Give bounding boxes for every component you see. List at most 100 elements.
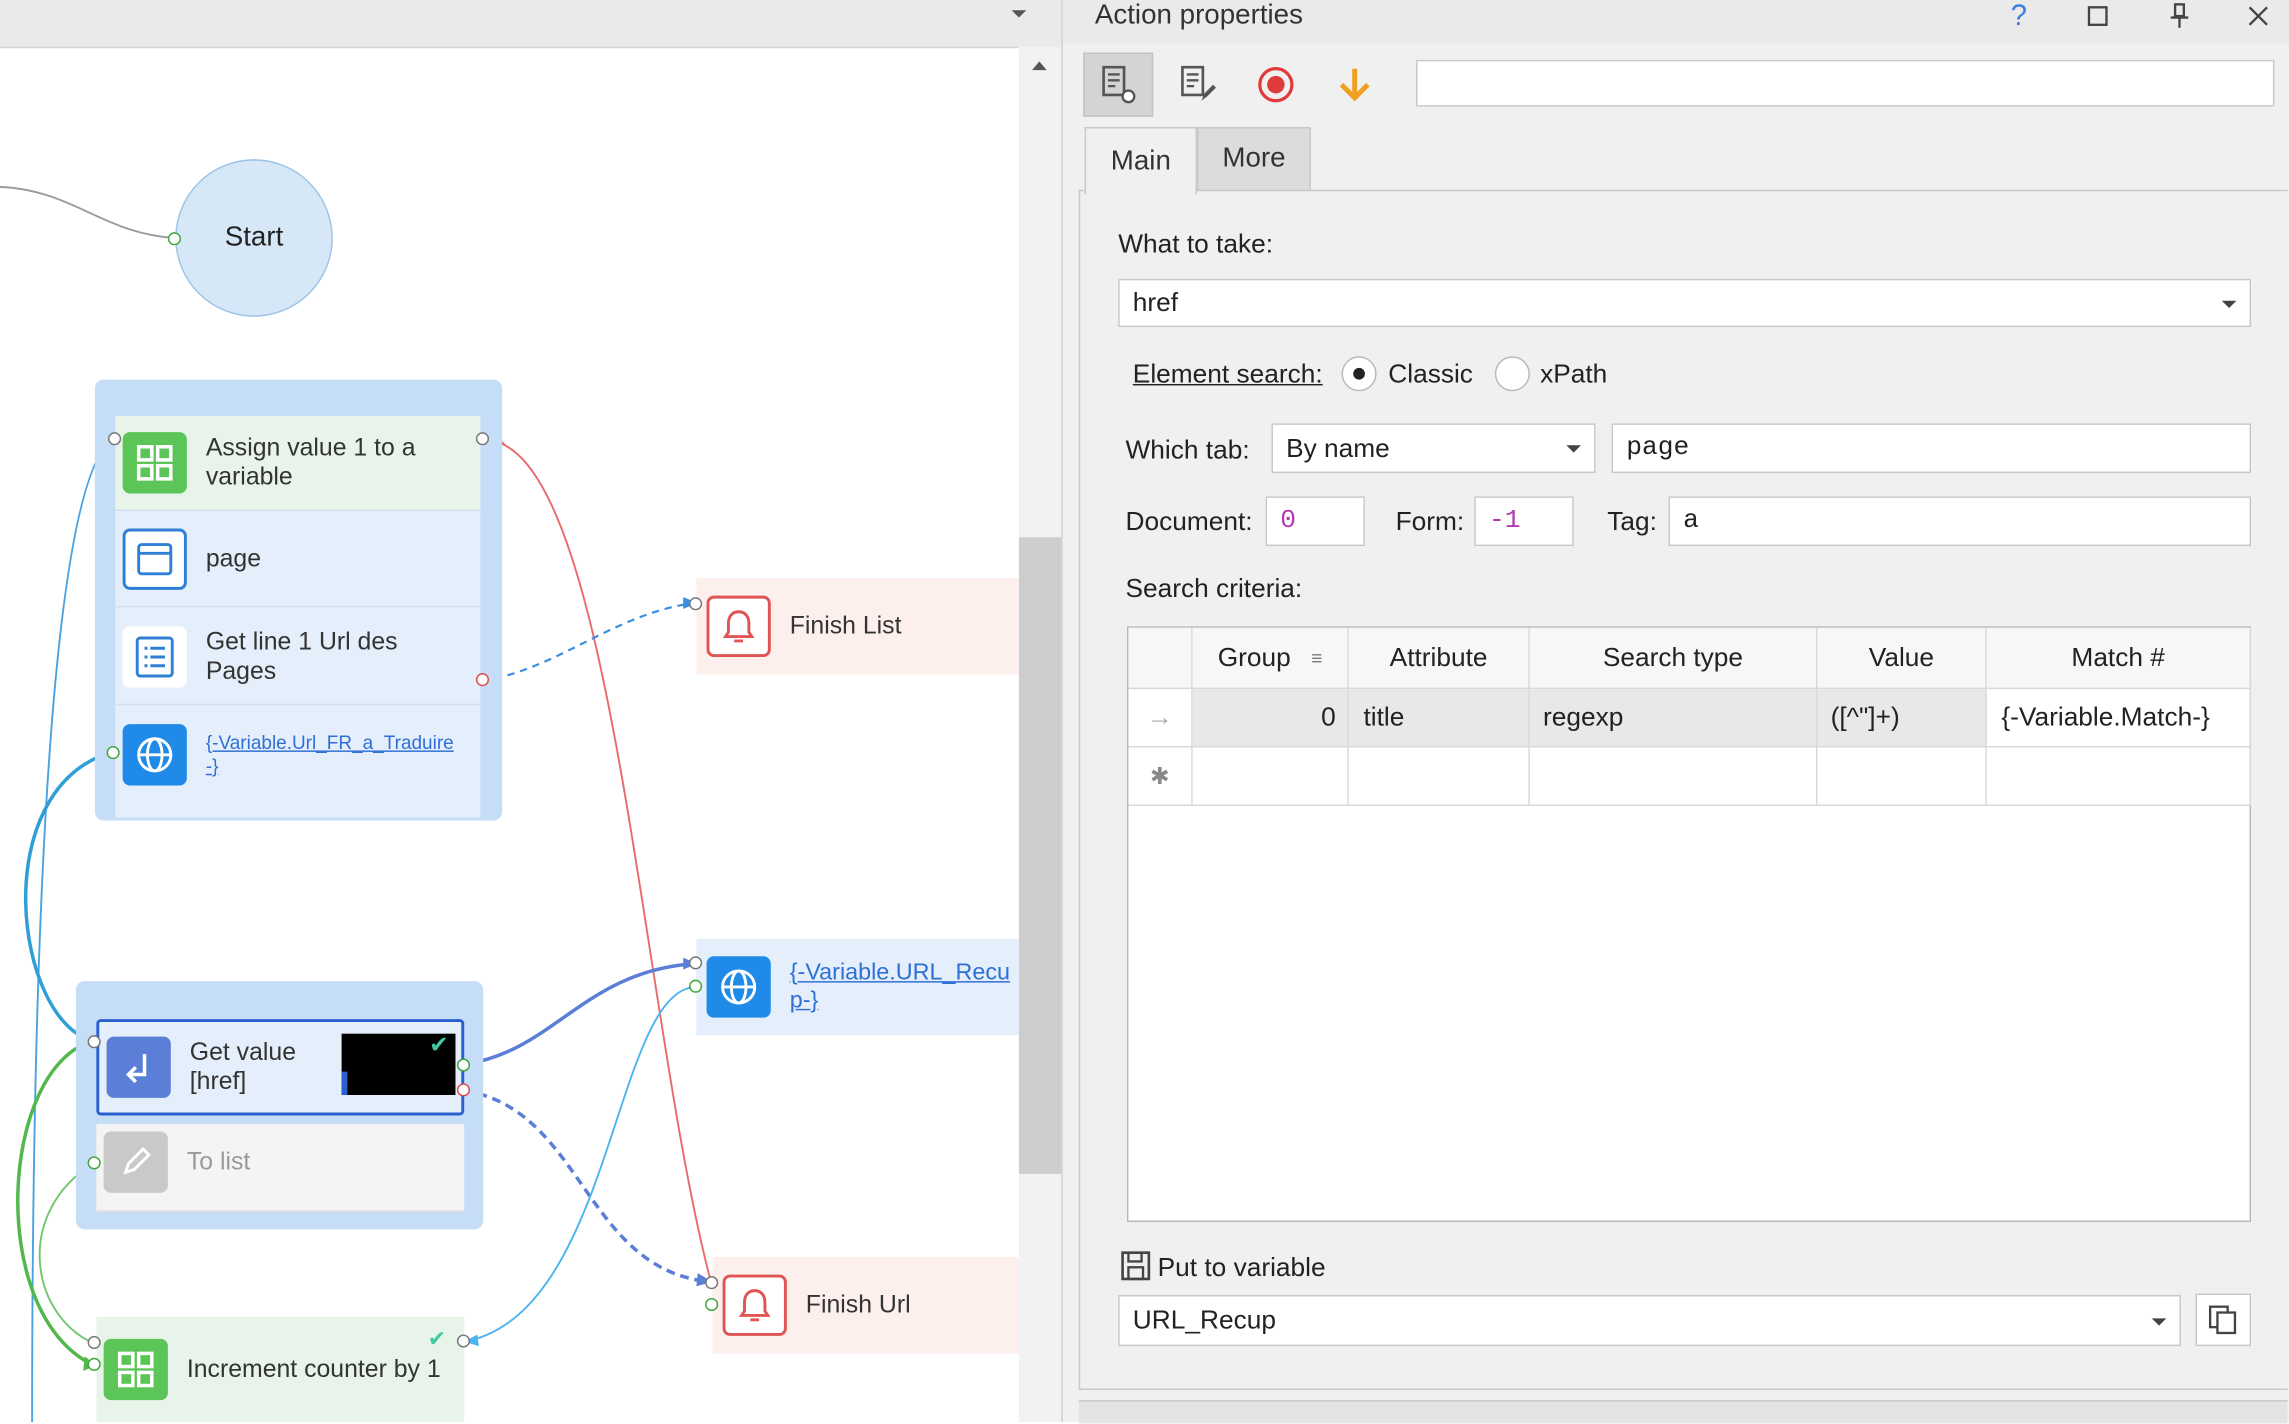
url-recup-link[interactable]: {-Variable.URL_Recup-} <box>790 959 1019 1014</box>
get-value-success-port[interactable] <box>456 1058 471 1072</box>
new-row-cell[interactable] <box>1192 747 1349 806</box>
assign-input-port[interactable] <box>108 432 122 446</box>
group-1-body: Assign value 1 to a variable page Get li… <box>115 416 481 818</box>
to-list-action[interactable]: To list <box>96 1124 465 1212</box>
copy-icon <box>2208 1305 2237 1335</box>
get-value-action[interactable]: Get value [href] ✔ <box>96 1019 465 1116</box>
grid-header-group[interactable]: Group ≡ <box>1192 627 1349 690</box>
what-to-take-label: What to take: <box>1118 229 1274 259</box>
down-arrow-icon[interactable] <box>1320 53 1390 117</box>
scrollbar-thumb[interactable] <box>1018 537 1062 1174</box>
form-field[interactable]: -1 <box>1474 496 1574 547</box>
workflow-canvas[interactable]: Start Assign value 1 to a variable page <box>0 0 1062 1423</box>
get-line-action[interactable]: Get line 1 Url des Pages <box>115 609 481 706</box>
to-list-input-port[interactable] <box>87 1156 101 1170</box>
url-recup-input-port[interactable] <box>689 956 703 970</box>
maximize-icon[interactable] <box>2076 0 2120 32</box>
get-value-input-port[interactable] <box>87 1035 101 1049</box>
assign-error-port[interactable] <box>475 432 490 446</box>
pencil-icon <box>103 1131 168 1193</box>
grid-header-match[interactable]: Match # <box>1986 627 2252 690</box>
new-row-cell[interactable] <box>1986 747 2252 806</box>
finish-url-input-port[interactable] <box>705 1276 719 1290</box>
grid-cell-value[interactable]: ([^"]+) <box>1817 689 1987 748</box>
close-icon[interactable] <box>2236 0 2280 32</box>
grid-header-attribute[interactable]: Attribute <box>1348 627 1530 690</box>
url-recup-output-port[interactable] <box>689 979 703 993</box>
get-line-error-port[interactable] <box>475 673 490 687</box>
tab-name-field[interactable]: page <box>1611 423 2252 474</box>
new-row-asterisk-icon[interactable]: ✱ <box>1128 747 1193 806</box>
check-icon: ✔ <box>429 1033 449 1059</box>
grid-cell-match[interactable]: {-Variable.Match-} <box>1986 689 2252 748</box>
grid-icon <box>122 432 187 494</box>
grid-header-search-type[interactable]: Search type <box>1529 627 1818 690</box>
tab-more[interactable]: More <box>1197 127 1311 192</box>
list-icon <box>122 625 187 687</box>
get-value-error-port[interactable] <box>456 1083 471 1097</box>
radio-xpath[interactable] <box>1494 356 1530 392</box>
help-icon[interactable]: ? <box>1997 0 2041 32</box>
panel-toolbar <box>1063 44 2289 126</box>
increment-input-port[interactable] <box>87 1335 101 1350</box>
increment-counter-action[interactable]: Increment counter by 1 ✔ <box>96 1316 465 1423</box>
row-arrow-icon[interactable]: → <box>1128 689 1193 748</box>
grid-cell-attribute[interactable]: title <box>1348 689 1530 748</box>
tag-field[interactable]: a <box>1668 496 2252 547</box>
grid-icon <box>103 1338 168 1401</box>
action-properties-panel: Action properties ? Main More What to ta… <box>1061 0 2289 1424</box>
canvas-header-bar <box>0 0 1062 49</box>
increment-output-port[interactable] <box>456 1334 471 1348</box>
finish-list-node[interactable]: Finish List <box>696 578 1019 675</box>
new-row-cell[interactable] <box>1529 747 1818 806</box>
finish-list-input-port[interactable] <box>689 597 703 611</box>
record-icon[interactable] <box>1241 53 1311 117</box>
start-input-port[interactable] <box>167 232 182 246</box>
finish-url-node[interactable]: Finish Url <box>712 1257 1019 1354</box>
what-to-take-dropdown[interactable]: href <box>1118 278 2252 328</box>
scroll-up-icon[interactable] <box>1032 61 1047 71</box>
document-label: Document: <box>1125 506 1253 536</box>
action-settings-icon[interactable] <box>1083 52 1154 117</box>
action-group-2[interactable]: Get value [href] ✔ To list <box>75 981 484 1230</box>
start-label: Start <box>224 221 284 253</box>
action-group-1[interactable]: Assign value 1 to a variable page Get li… <box>94 379 503 821</box>
put-to-variable-dropdown[interactable]: URL_Recup <box>1118 1295 2181 1347</box>
dropdown-arrow-icon[interactable] <box>1011 10 1027 18</box>
radio-classic-label: Classic <box>1388 359 1473 389</box>
navigate-url-link[interactable]: {-Variable.Url_FR_a_Traduire-} <box>206 731 454 778</box>
copy-variable-button[interactable] <box>2195 1293 2252 1347</box>
grid-cell-group[interactable]: 0 <box>1192 689 1349 748</box>
increment-counter-label: Increment counter by 1 <box>186 1354 441 1383</box>
new-row-cell[interactable] <box>1348 747 1530 806</box>
navigate-input-port[interactable] <box>106 746 120 760</box>
tab-main[interactable]: Main <box>1084 127 1198 195</box>
element-search-label[interactable]: Element search: <box>1133 358 1323 390</box>
toolbar-search-input[interactable] <box>1416 59 2275 107</box>
check-icon: ✔ <box>427 1327 447 1352</box>
grid-row-header-corner <box>1128 627 1193 690</box>
pin-icon[interactable] <box>2158 0 2202 32</box>
navigate-url-action[interactable]: {-Variable.Url_FR_a_Traduire-} <box>115 707 480 803</box>
page-tab-action[interactable]: page <box>115 512 481 608</box>
canvas-scrollbar[interactable] <box>1018 46 1062 1423</box>
increment-input-port-2[interactable] <box>87 1357 101 1371</box>
bell-icon <box>722 1274 787 1336</box>
radio-xpath-label: xPath <box>1540 359 1608 389</box>
which-tab-label: Which tab: <box>1125 435 1250 465</box>
globe-icon <box>122 724 187 786</box>
download-arrow-icon <box>106 1036 171 1098</box>
grid-header-value[interactable]: Value <box>1817 627 1987 690</box>
finish-url-output-port[interactable] <box>705 1297 719 1312</box>
finish-url-label: Finish Url <box>805 1290 911 1319</box>
document-field[interactable]: 0 <box>1265 496 1365 547</box>
grid-cell-search-type[interactable]: regexp <box>1529 689 1818 748</box>
action-edit-icon[interactable] <box>1162 53 1232 117</box>
new-row-cell[interactable] <box>1817 747 1987 806</box>
which-tab-mode-dropdown[interactable]: By name <box>1271 423 1596 474</box>
start-node[interactable]: Start <box>175 159 333 317</box>
radio-classic[interactable] <box>1341 356 1377 392</box>
url-recup-node[interactable]: {-Variable.URL_Recup-} <box>696 938 1019 1036</box>
assign-value-action[interactable]: Assign value 1 to a variable <box>115 416 481 511</box>
search-criteria-grid[interactable]: Group ≡ Attribute Search type Value Matc… <box>1126 626 2252 1223</box>
